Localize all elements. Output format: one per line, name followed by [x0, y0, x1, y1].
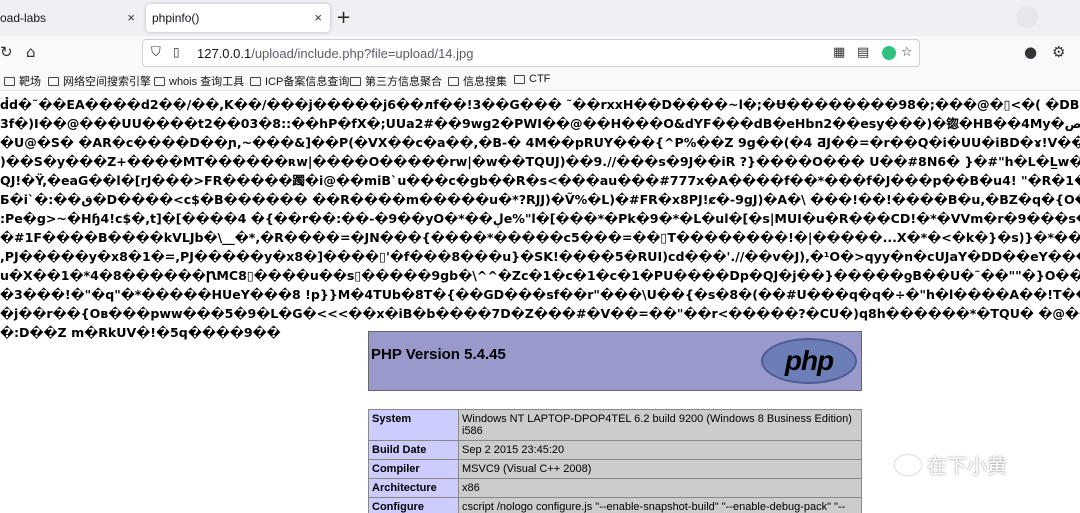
account-icon[interactable]: ● — [1024, 43, 1037, 61]
php-logo: php — [761, 338, 857, 384]
folder-icon — [350, 76, 361, 86]
url-host: 127.0.0.1 — [197, 46, 252, 61]
bookmark-folder[interactable]: 靶场 — [4, 73, 41, 89]
php-version-header: PHP Version 5.4.45 php — [368, 331, 862, 391]
bookmark-folder[interactable]: 第三方信息聚合 — [350, 73, 442, 89]
watermark-text: 在下小黄 — [927, 454, 1007, 478]
row-key: Architecture — [368, 478, 459, 498]
page-content: ḋd�˜��EA����d2��/��,K��/���j�����j6��ᴫf�… — [0, 91, 1080, 513]
tab-strip: oad-labs × phpinfo() × + — [0, 0, 1080, 36]
page-info-icon[interactable]: ▯ — [173, 45, 180, 59]
garbled-line: ḋd�˜��EA����d2��/��,K��/���j�����j6��ᴫf�… — [0, 97, 1080, 112]
close-tab-icon[interactable]: × — [127, 10, 135, 26]
phpinfo-table: System Windows NT LAPTOP-DPOP4TEL 6.2 bui… — [368, 409, 862, 513]
row-key: Compiler — [368, 459, 459, 479]
url-input[interactable]: 127.0.0.1/upload/include.php?file=upload… — [197, 46, 474, 61]
url-path: /upload/include.php?file=upload/14.jpg — [251, 46, 474, 61]
reader-view-icon[interactable]: ▤ — [857, 45, 869, 60]
tab-upload-labs[interactable]: oad-labs × — [0, 4, 143, 32]
php-version-title: PHP Version 5.4.45 — [371, 346, 506, 363]
folder-icon — [514, 74, 525, 84]
garbled-line: Ƃ�i`�:��ق�D����<c$�B������ ��R����m�����… — [0, 192, 1080, 207]
table-row: System Windows NT LAPTOP-DPOP4TEL 6.2 bui… — [368, 409, 862, 441]
garbled-line: 3f�)I��@���UU����t2��03�8::��hP�fX�;UUa2… — [0, 116, 1080, 131]
row-key: Configure Command — [368, 497, 459, 513]
row-key: Build Date — [368, 440, 459, 460]
qr-code-icon[interactable]: ▦ — [833, 45, 845, 60]
table-row: Architecture x86 — [368, 478, 862, 498]
row-value: Windows NT LAPTOP-DPOP4TEL 6.2 build 920… — [458, 409, 862, 441]
bookmark-folder[interactable]: ICP备案信息查询 — [250, 73, 349, 89]
watermark: 在下小黄 — [895, 450, 1007, 479]
bookmark-folder[interactable]: 信息搜集 — [448, 73, 507, 89]
row-value: Sep 2 2015 23:45:20 — [458, 440, 862, 460]
garbled-line: �j��r��{Oв���pww���5�9�L�G�<<<��x�iB�b��… — [0, 306, 1080, 321]
garbled-line: �#1F����B����kVLJb�\__�*,�R����=�JN���{�… — [0, 230, 1080, 245]
extensions-icon[interactable]: ⚙ — [1052, 43, 1065, 61]
bookmark-star-icon[interactable]: ☆ — [901, 45, 913, 60]
table-row: Compiler MSVC9 (Visual C++ 2008) — [368, 459, 862, 479]
folder-icon — [154, 76, 165, 86]
shield-icon[interactable]: ⛉ — [151, 45, 161, 60]
row-value: MSVC9 (Visual C++ 2008) — [458, 459, 862, 479]
new-tab-button[interactable]: + — [336, 8, 351, 28]
row-value: x86 — [458, 478, 862, 498]
profile-avatar[interactable] — [1016, 6, 1038, 28]
wechat-icon — [895, 454, 921, 475]
address-bar[interactable]: ⛉ ▯ 127.0.0.1/upload/include.php?file=up… — [142, 39, 920, 67]
garbled-line: QJ!�Ÿ,�eaG��l�[rJ���>FR�����躅�i@��miB`u�… — [0, 173, 1080, 188]
garbled-binary-output: ḋd�˜��EA����d2��/��,K��/���j�����j6��ᴫf�… — [0, 95, 1080, 342]
table-row: Build Date Sep 2 2015 23:45:20 — [368, 440, 862, 460]
navigation-toolbar: ↻ ⌂ ⛉ ▯ 127.0.0.1/upload/include.php?fil… — [0, 36, 1080, 70]
close-tab-icon[interactable]: × — [314, 10, 322, 26]
tab-phpinfo[interactable]: phpinfo() × — [146, 4, 330, 32]
home-icon[interactable]: ⌂ — [26, 43, 36, 61]
garbled-line: �3���!�"�q"�*�����HUeY���8 !p}}M�4TUb�8T… — [0, 287, 1080, 302]
bookmark-folder[interactable]: CTF — [514, 73, 550, 85]
folder-icon — [250, 76, 261, 86]
reload-icon[interactable]: ↻ — [0, 43, 13, 61]
garbled-line: :Pe�g>~�Hɧ4!c$�,t]�[����4 �{��r��:��-�9�… — [0, 211, 1080, 226]
table-row: Configure Commandcscript /nologo configu… — [368, 497, 862, 513]
row-key: System — [368, 409, 459, 441]
bookmark-folder[interactable]: 网络空间搜索引擎 — [48, 73, 151, 89]
folder-icon — [48, 76, 59, 86]
garbled-line: ,PJ�����y�x8�1�=,PJ�����y�x8�]����▯'�f��… — [0, 249, 1080, 264]
tab-title: oad-labs — [0, 11, 47, 25]
garbled-line: �U@�S� �AR�c����D��ɲ,~���&]��P(�VX��c�a�… — [0, 135, 1080, 150]
garbled-line: )��S�y���Z+����MT������ʀw|����O�����rw|�… — [0, 154, 1080, 169]
folder-icon — [4, 76, 15, 86]
bookmarks-bar: 靶场 网络空间搜索引擎 whois 查询工具 ICP备案信息查询 第三方信息聚合… — [0, 70, 1080, 91]
tab-title: phpinfo() — [152, 11, 200, 25]
row-value: cscript /nologo configure.js "--enable-s… — [458, 497, 862, 513]
bookmark-folder[interactable]: whois 查询工具 — [154, 73, 244, 89]
folder-icon — [448, 76, 459, 86]
garbled-line: u�X��1�*4�8������ꞂMC8▯����u��s▯�����9gb�… — [0, 268, 1080, 283]
extension-icon[interactable] — [882, 46, 896, 60]
